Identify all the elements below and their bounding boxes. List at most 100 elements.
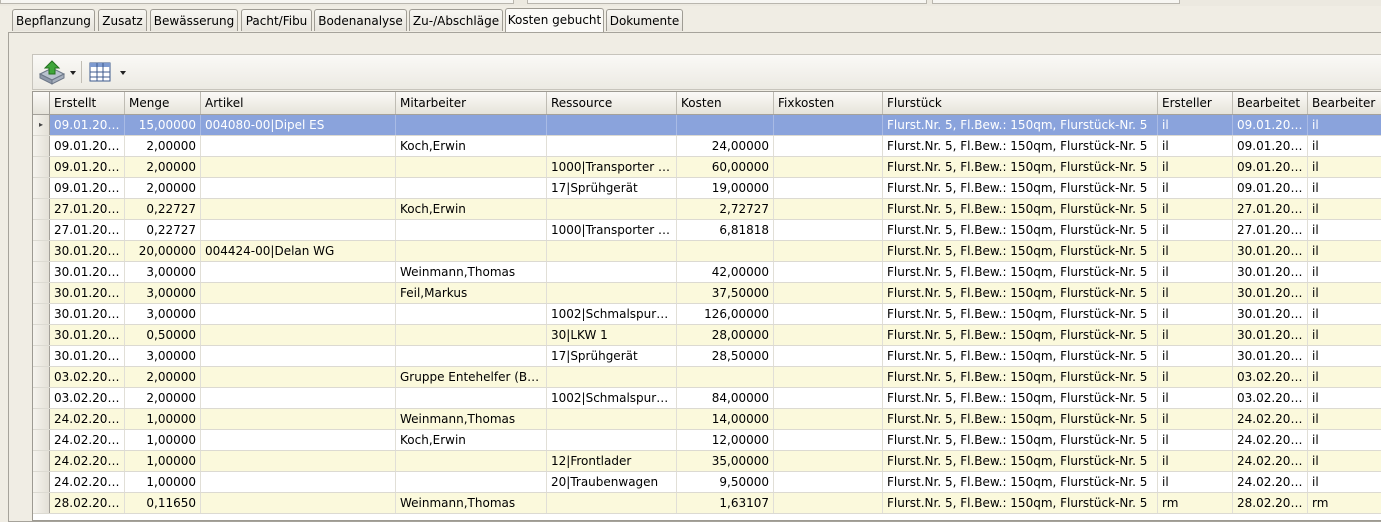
row-indicator[interactable] xyxy=(33,493,50,513)
cell-ressource[interactable]: 20|Traubenwagen xyxy=(547,472,677,492)
cell-ressource[interactable] xyxy=(547,430,677,450)
cell-menge[interactable]: 2,00000 xyxy=(125,388,201,408)
cell-kosten[interactable]: 2,72727 xyxy=(677,199,774,219)
cell-flurstueck[interactable]: Flurst.Nr. 5, Fl.Bew.: 150qm, Flurstück-… xyxy=(883,388,1158,408)
cell-mitarbeiter[interactable] xyxy=(396,304,547,324)
cell-kosten[interactable] xyxy=(677,115,774,135)
cell-erstellt[interactable]: 24.02.2012 xyxy=(50,451,125,471)
cell-fixkosten[interactable] xyxy=(774,157,883,177)
cell-fixkosten[interactable] xyxy=(774,241,883,261)
row-indicator[interactable] xyxy=(33,409,50,429)
col-header-flurstueck[interactable]: Flurstück xyxy=(883,92,1158,114)
cell-menge[interactable]: 15,00000 xyxy=(125,115,201,135)
cell-bearbeiter[interactable]: il xyxy=(1308,220,1381,240)
cell-flurstueck[interactable]: Flurst.Nr. 5, Fl.Bew.: 150qm, Flurstück-… xyxy=(883,451,1158,471)
cell-kosten[interactable]: 9,50000 xyxy=(677,472,774,492)
cell-artikel[interactable] xyxy=(201,325,396,345)
cell-bearbeitet[interactable]: 27.01.2012 xyxy=(1233,220,1308,240)
cell-ersteller[interactable]: il xyxy=(1158,199,1233,219)
cell-ressource[interactable] xyxy=(547,367,677,387)
cell-menge[interactable]: 3,00000 xyxy=(125,346,201,366)
cell-artikel[interactable] xyxy=(201,262,396,282)
cell-ressource[interactable]: 17|Sprühgerät xyxy=(547,178,677,198)
cell-ersteller[interactable]: il xyxy=(1158,220,1233,240)
cell-mitarbeiter[interactable]: Gruppe Entehelfer (Bulg... xyxy=(396,367,547,387)
cell-erstellt[interactable]: 30.01.2012 xyxy=(50,283,125,303)
top-field-middle[interactable] xyxy=(527,0,927,4)
col-header-kosten[interactable]: Kosten xyxy=(677,92,774,114)
cell-menge[interactable]: 0,22727 xyxy=(125,199,201,219)
cell-kosten[interactable]: 12,00000 xyxy=(677,430,774,450)
cell-kosten[interactable]: 35,00000 xyxy=(677,451,774,471)
col-header-artikel[interactable]: Artikel xyxy=(201,92,396,114)
cell-bearbeitet[interactable]: 09.01.2012 xyxy=(1233,115,1308,135)
cell-flurstueck[interactable]: Flurst.Nr. 5, Fl.Bew.: 150qm, Flurstück-… xyxy=(883,472,1158,492)
table-row[interactable]: 24.02.2012 1,00000 20|Traubenwagen 9,50000 F… xyxy=(33,472,1381,493)
cell-ressource[interactable]: 30|LKW 1 xyxy=(547,325,677,345)
cell-mitarbeiter[interactable]: Weinmann,Thomas xyxy=(396,409,547,429)
cell-kosten[interactable]: 1,63107 xyxy=(677,493,774,513)
cell-bearbeiter[interactable]: il xyxy=(1308,283,1381,303)
row-indicator[interactable] xyxy=(33,367,50,387)
cell-fixkosten[interactable] xyxy=(774,115,883,135)
cell-bearbeiter[interactable]: il xyxy=(1308,157,1381,177)
cell-kosten[interactable]: 24,00000 xyxy=(677,136,774,156)
cell-erstellt[interactable]: 30.01.2012 xyxy=(50,325,125,345)
cell-artikel[interactable] xyxy=(201,220,396,240)
cell-ersteller[interactable]: il xyxy=(1158,157,1233,177)
cell-artikel[interactable] xyxy=(201,157,396,177)
table-row[interactable]: 24.02.2012 1,00000 12|Frontlader 35,00000 Fl… xyxy=(33,451,1381,472)
cell-kosten[interactable]: 84,00000 xyxy=(677,388,774,408)
tab-bewaesserung[interactable]: Bewässerung xyxy=(150,9,238,31)
cell-flurstueck[interactable]: Flurst.Nr. 5, Fl.Bew.: 150qm, Flurstück-… xyxy=(883,115,1158,135)
cell-menge[interactable]: 1,00000 xyxy=(125,430,201,450)
cell-bearbeiter[interactable]: il xyxy=(1308,304,1381,324)
cell-mitarbeiter[interactable] xyxy=(396,115,547,135)
cell-ressource[interactable]: 12|Frontlader xyxy=(547,451,677,471)
row-indicator[interactable] xyxy=(33,157,50,177)
tab-pacht-fibu[interactable]: Pacht/Fibu xyxy=(241,9,312,31)
cell-fixkosten[interactable] xyxy=(774,388,883,408)
cell-ersteller[interactable]: il xyxy=(1158,283,1233,303)
cell-mitarbeiter[interactable] xyxy=(396,241,547,261)
cell-fixkosten[interactable] xyxy=(774,199,883,219)
cell-menge[interactable]: 1,00000 xyxy=(125,409,201,429)
layout-button[interactable] xyxy=(87,58,127,86)
table-row[interactable]: 03.02.2012 2,00000 Gruppe Entehelfer (Bulg… xyxy=(33,367,1381,388)
row-indicator[interactable] xyxy=(33,199,50,219)
cell-ersteller[interactable]: il xyxy=(1158,472,1233,492)
col-header-bearbeitet[interactable]: Bearbeitet xyxy=(1233,92,1308,114)
cell-artikel[interactable] xyxy=(201,367,396,387)
cell-bearbeiter[interactable]: il xyxy=(1308,388,1381,408)
cell-kosten[interactable] xyxy=(677,241,774,261)
cell-menge[interactable]: 2,00000 xyxy=(125,178,201,198)
row-indicator[interactable] xyxy=(33,451,50,471)
cell-kosten[interactable]: 60,00000 xyxy=(677,157,774,177)
cell-kosten[interactable]: 126,00000 xyxy=(677,304,774,324)
cell-artikel[interactable] xyxy=(201,430,396,450)
cell-erstellt[interactable]: 09.01.2012 xyxy=(50,136,125,156)
row-indicator[interactable] xyxy=(33,472,50,492)
cell-mitarbeiter[interactable] xyxy=(396,220,547,240)
cell-ersteller[interactable]: il xyxy=(1158,262,1233,282)
cell-artikel[interactable] xyxy=(201,388,396,408)
cell-flurstueck[interactable]: Flurst.Nr. 5, Fl.Bew.: 150qm, Flurstück-… xyxy=(883,325,1158,345)
cell-bearbeiter[interactable]: il xyxy=(1308,472,1381,492)
cell-fixkosten[interactable] xyxy=(774,304,883,324)
row-indicator[interactable] xyxy=(33,136,50,156)
cell-erstellt[interactable]: 27.01.2012 xyxy=(50,220,125,240)
table-row[interactable]: 30.01.2012 3,00000 Weinmann,Thomas 42,00000… xyxy=(33,262,1381,283)
cell-erstellt[interactable]: 28.02.2012 xyxy=(50,493,125,513)
col-header-menge[interactable]: Menge xyxy=(125,92,201,114)
cell-ressource[interactable]: 1002|Schmalspursc... xyxy=(547,304,677,324)
cell-erstellt[interactable]: 30.01.2012 xyxy=(50,241,125,261)
tab-zu-abschlaege[interactable]: Zu-/Abschläge xyxy=(409,9,503,31)
cell-ersteller[interactable]: rm xyxy=(1158,493,1233,513)
cell-ersteller[interactable]: il xyxy=(1158,367,1233,387)
cell-fixkosten[interactable] xyxy=(774,346,883,366)
cell-bearbeitet[interactable]: 30.01.2012 xyxy=(1233,346,1308,366)
cell-menge[interactable]: 3,00000 xyxy=(125,283,201,303)
cell-artikel[interactable] xyxy=(201,304,396,324)
cell-fixkosten[interactable] xyxy=(774,220,883,240)
cell-kosten[interactable]: 14,00000 xyxy=(677,409,774,429)
